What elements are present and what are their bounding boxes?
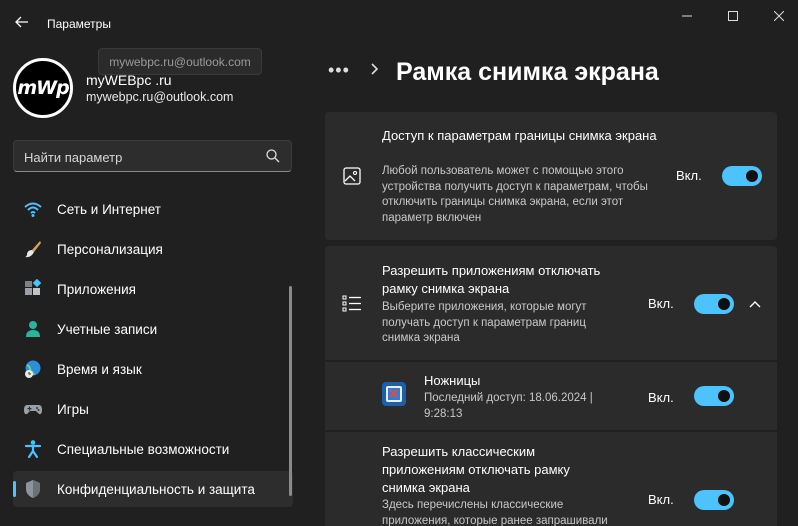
toggle-knob (718, 494, 730, 506)
allow-apps-toggle[interactable] (694, 294, 734, 314)
toggle-state-label: Вкл. (676, 168, 702, 183)
setting-description: Выберите приложения, которые могут получ… (382, 301, 587, 344)
breadcrumb-more-button[interactable]: ••• (328, 60, 350, 81)
maximize-button[interactable] (710, 4, 756, 28)
sidebar-item-accessibility[interactable]: Специальные возможности (13, 431, 293, 467)
sidebar-item-label: Приложения (57, 282, 136, 297)
gamepad-icon (24, 405, 42, 415)
brush-icon (25, 241, 41, 258)
setting-title: Разрешить приложениям отключать рамку сн… (382, 263, 601, 296)
wifi-icon (24, 202, 42, 217)
minimize-icon (682, 15, 692, 17)
sidebar-item-personalization[interactable]: Персонализация (13, 231, 293, 267)
search-icon[interactable] (265, 148, 281, 164)
active-indicator (13, 481, 16, 497)
sidebar-item-network[interactable]: Сеть и Интернет (13, 191, 293, 227)
app-last-access: Последний доступ: 18.06.2024 | 9:28:13 (424, 392, 593, 420)
sidebar-item-label: Учетные записи (57, 322, 158, 337)
toggle-state-label: Вкл. (648, 296, 674, 311)
sidebar-item-apps[interactable]: Приложения (13, 271, 293, 307)
back-arrow-icon (15, 16, 28, 28)
app-name: Ножницы (424, 373, 481, 388)
profile-name: myWEBpc .ru (86, 72, 172, 88)
avatar[interactable]: mWp (13, 58, 73, 118)
page-title: Рамка снимка экрана (396, 58, 659, 86)
sidebar-item-label: Конфиденциальность и защита (57, 482, 255, 497)
title-bar: Параметры (0, 0, 798, 46)
chevron-right-icon (371, 63, 379, 75)
toggle-state-label: Вкл. (648, 390, 674, 405)
setting-title: Разрешить классическим приложениям отклю… (382, 444, 570, 495)
sidebar-item-label: Сеть и Интернет (57, 202, 161, 217)
setting-description: Здесь перечислены классические приложени… (382, 499, 608, 526)
setting-description: Любой пользователь может с помощью этого… (382, 165, 648, 224)
toggle-state-label: Вкл. (648, 492, 674, 507)
toggle-knob (718, 390, 730, 402)
shield-icon (26, 480, 40, 498)
globe-clock-icon (25, 360, 41, 378)
apps-icon (25, 279, 42, 295)
close-icon (774, 11, 784, 21)
sidebar-item-time-language[interactable]: Время и язык (13, 351, 293, 387)
sidebar-scrollbar[interactable] (289, 286, 292, 496)
list-icon (342, 295, 361, 312)
maximize-icon (728, 11, 738, 21)
sidebar-item-privacy[interactable]: Конфиденциальность и защита (13, 471, 293, 507)
setting-card-allow-desktop-apps: Разрешить классическим приложениям отклю… (325, 432, 777, 526)
close-button[interactable] (756, 4, 798, 28)
app-row-snipping-tool: Ножницы Последний доступ: 18.06.2024 | 9… (325, 362, 777, 430)
search-input[interactable] (24, 147, 254, 167)
collapse-button[interactable] (743, 292, 767, 316)
back-button[interactable] (8, 8, 36, 36)
sidebar-item-gaming[interactable]: Игры (13, 391, 293, 427)
person-icon (26, 321, 40, 337)
sidebar-item-label: Игры (57, 402, 89, 417)
allow-desktop-apps-toggle[interactable] (694, 490, 734, 510)
sidebar-nav: Сеть и Интернет Персонализация Приложени… (13, 191, 293, 511)
snipping-tool-toggle[interactable] (694, 386, 734, 406)
sidebar-item-label: Время и язык (57, 362, 142, 377)
minimize-button[interactable] (664, 4, 710, 28)
search-box (13, 140, 292, 172)
sidebar-item-label: Персонализация (57, 242, 163, 257)
setting-card-border-access: Доступ к параметрам границы снимка экран… (325, 112, 777, 240)
snipping-tool-icon (382, 382, 406, 406)
setting-card-allow-apps: Разрешить приложениям отключать рамку сн… (325, 246, 777, 360)
chevron-up-icon (749, 301, 761, 308)
toggle-knob (746, 170, 758, 182)
sidebar-item-accounts[interactable]: Учетные записи (13, 311, 293, 347)
app-title: Параметры (47, 17, 111, 31)
profile-email: mywebpc.ru@outlook.com (86, 90, 234, 104)
accessibility-icon (24, 440, 42, 459)
border-access-toggle[interactable] (722, 166, 762, 186)
image-frame-icon (343, 167, 361, 185)
sidebar-item-label: Специальные возможности (57, 442, 230, 457)
setting-title: Доступ к параметрам границы снимка экран… (382, 128, 657, 143)
account-tooltip: mywebpc.ru@outlook.com (98, 48, 262, 75)
toggle-knob (718, 298, 730, 310)
